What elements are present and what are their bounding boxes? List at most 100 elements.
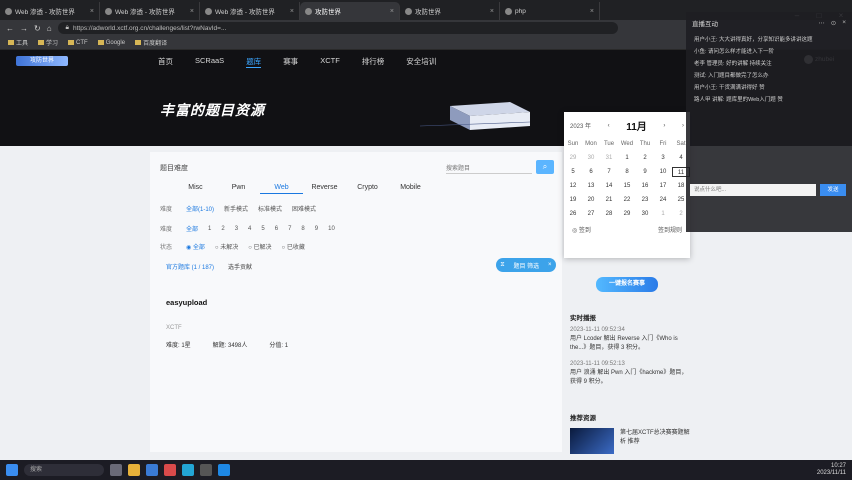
calendar-day[interactable]: 30 [582,153,600,163]
close-icon[interactable]: × [390,8,394,15]
calendar-day[interactable]: 27 [582,209,600,219]
filter-option[interactable]: 2 [221,226,224,232]
close-icon[interactable]: × [842,19,846,27]
browser-icon[interactable] [146,464,158,476]
register-event-button[interactable]: 一键报名赛事 [596,277,658,292]
search-button[interactable]: ⌕ [536,160,554,174]
checkin-rules-link[interactable]: 签到规则 [658,225,682,234]
system-clock[interactable]: 10:27 2023/11/11 [817,463,846,477]
calendar-day[interactable]: 29 [618,209,636,219]
start-icon[interactable] [6,464,18,476]
prev-month-icon[interactable]: ‹ [608,123,610,129]
calendar-day[interactable]: 21 [600,195,618,205]
close-icon[interactable]: × [590,8,594,15]
bookmark-item[interactable]: 百度翻译 [135,38,167,47]
chat-input[interactable]: 说点什么吧... [690,184,816,196]
site-logo[interactable]: 攻防世界 [16,56,68,66]
filter-pill-button[interactable]: ⧖ 题目 筛选 × [496,258,556,272]
filter-option[interactable]: 3 [235,226,238,232]
url-input[interactable]: 🔒︎ https://adworld.xctf.org.cn/challenges… [57,22,618,34]
calendar-day[interactable]: 20 [582,195,600,205]
calendar-day[interactable]: 19 [564,195,582,205]
status-radio[interactable]: 已收藏 [282,242,305,251]
calendar-day[interactable]: 23 [636,195,654,205]
filter-option[interactable]: 8 [301,226,304,232]
nav-item-xctf[interactable]: XCTF [320,56,340,68]
close-icon[interactable]: × [290,8,294,15]
nav-item-home[interactable]: 首页 [158,56,173,68]
forward-icon[interactable]: → [20,24,28,33]
calendar-day[interactable]: 14 [600,181,618,191]
file-explorer-icon[interactable] [128,464,140,476]
app-icon[interactable] [164,464,176,476]
tab-misc[interactable]: Misc [174,184,217,194]
task-view-icon[interactable] [110,464,122,476]
challenge-title[interactable]: easyupload [166,298,207,307]
reload-icon[interactable]: ↻ [34,24,41,33]
filter-option[interactable]: 1 [208,226,211,232]
filter-option[interactable]: 7 [288,226,291,232]
filter-option[interactable]: 新手模式 [224,204,248,213]
tab-pwn[interactable]: Pwn [217,184,260,194]
calendar-day[interactable]: 5 [564,167,582,177]
tab-community[interactable]: 选手贡献 [228,262,252,271]
recommend-text[interactable]: 第七届XCTF总决赛赛题解析 推荐 [620,429,690,447]
nav-item-events[interactable]: 赛事 [283,56,298,68]
nav-item-scraas[interactable]: SCRaaS [195,56,224,68]
filter-option[interactable]: 全部(1-10) [186,204,214,213]
nav-item-rank[interactable]: 排行榜 [362,56,385,68]
calendar-nav-icon[interactable]: › [682,123,684,129]
calendar-day[interactable]: 17 [654,181,672,191]
status-radio[interactable]: 已解决 [248,242,272,251]
calendar-day[interactable]: 7 [600,167,618,177]
filter-option[interactable]: 全部 [186,224,198,233]
bookmark-item[interactable]: 学习 [38,38,58,47]
close-icon[interactable]: × [190,8,194,15]
browser-tab[interactable]: Web 渗透 - 攻防世界 × [100,2,200,20]
filter-option[interactable]: 5 [261,226,264,232]
browser-tab[interactable]: Web 渗透 - 攻防世界 × [200,2,300,20]
pin-icon[interactable]: ⊙ [831,19,836,27]
tab-official[interactable]: 官方题库 (1 / 187) [166,262,214,271]
calendar-day[interactable]: 15 [618,181,636,191]
recommend-thumbnail[interactable] [570,428,614,454]
status-radio[interactable]: 全部 [186,242,205,251]
close-icon[interactable]: × [490,8,494,15]
filter-option[interactable]: 9 [315,226,318,232]
calendar-day[interactable]: 29 [564,153,582,163]
close-icon[interactable]: × [90,8,94,15]
menu-icon[interactable]: ⋯ [818,19,825,27]
bookmark-item[interactable]: 工具 [8,38,28,47]
taskbar-search[interactable]: 搜索 [24,464,104,476]
calendar-day[interactable]: 10 [654,167,672,177]
filter-option[interactable]: 4 [248,226,251,232]
tab-crypto[interactable]: Crypto [346,184,389,194]
vscode-icon[interactable] [182,464,194,476]
filter-option[interactable]: 6 [275,226,278,232]
calendar-day[interactable]: 31 [600,153,618,163]
calendar-day[interactable]: 9 [636,167,654,177]
status-radio[interactable]: 未解决 [215,242,238,251]
calendar-day[interactable]: 26 [564,209,582,219]
browser-tab[interactable]: php × [500,2,600,20]
filter-option[interactable]: 困难模式 [292,204,316,213]
nav-item-training[interactable]: 安全培训 [406,56,436,68]
app-icon[interactable] [218,464,230,476]
calendar-day[interactable]: 12 [564,181,582,191]
search-input[interactable]: 搜索题目 [446,160,532,174]
calendar-day[interactable]: 2 [636,153,654,163]
calendar-day[interactable]: 6 [582,167,600,177]
calendar-day[interactable]: 1 [654,209,672,219]
tab-mobile[interactable]: Mobile [389,184,432,194]
terminal-icon[interactable] [200,464,212,476]
calendar-day[interactable]: 30 [636,209,654,219]
browser-tab-active[interactable]: 攻防世界 × [300,2,400,20]
calendar-day[interactable]: 16 [636,181,654,191]
browser-tab[interactable]: 攻防世界 × [400,2,500,20]
bookmark-item[interactable]: Google [97,40,125,46]
calendar-day[interactable]: 24 [654,195,672,205]
filter-option[interactable]: 标准模式 [258,204,282,213]
back-icon[interactable]: ← [6,24,14,33]
tab-web[interactable]: Web [260,184,303,194]
browser-tab[interactable]: Web 渗透 - 攻防世界 × [0,2,100,20]
